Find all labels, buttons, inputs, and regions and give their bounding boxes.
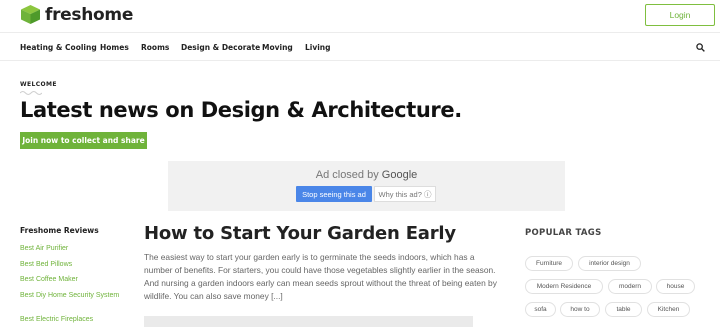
nav-item-homes[interactable]: Homes xyxy=(100,43,129,52)
welcome-eyebrow: WELCOME xyxy=(20,81,57,88)
article-title[interactable]: How to Start Your Garden Early xyxy=(144,223,456,244)
ad-closed-message: Ad closed by Google xyxy=(168,169,565,181)
tag-kitchen[interactable]: Kitchen xyxy=(647,302,690,317)
tag-sofa[interactable]: sofa xyxy=(525,302,556,317)
main-nav: Heating & Cooling Homes Rooms Design & D… xyxy=(0,34,720,61)
tag-modern[interactable]: modern xyxy=(608,279,652,294)
tag-modern-residence[interactable]: Modern Residence xyxy=(525,279,603,294)
join-button[interactable]: Join now to collect and share xyxy=(20,132,147,149)
tag-interior-design[interactable]: interior design xyxy=(578,256,641,271)
sidebar-link-bed-pillows[interactable]: Best Bed Pillows xyxy=(20,260,120,269)
nav-item-living[interactable]: Living xyxy=(305,43,331,52)
sidebar-link-electric-fireplaces[interactable]: Best Electric Fireplaces xyxy=(20,315,120,324)
tag-how-to[interactable]: how to xyxy=(560,302,600,317)
nav-item-design-decorate[interactable]: Design & Decorate xyxy=(181,43,260,52)
ad-closed-brand: Google xyxy=(381,169,418,181)
article-image[interactable] xyxy=(144,316,473,327)
tag-table[interactable]: table xyxy=(605,302,642,317)
sidebar-link-home-security[interactable]: Best Diy Home Security System xyxy=(20,291,120,300)
reviews-title: Freshome Reviews xyxy=(20,226,99,235)
sidebar-link-air-purifier[interactable]: Best Air Purifier xyxy=(20,244,120,253)
page-headline: Latest news on Design & Architecture. xyxy=(20,98,462,122)
tag-furniture[interactable]: Furniture xyxy=(525,256,573,271)
popular-tags-title: POPULAR TAGS xyxy=(525,228,602,238)
search-icon[interactable] xyxy=(696,43,705,52)
login-button[interactable]: Login xyxy=(645,4,715,26)
article-excerpt: The easiest way to start your garden ear… xyxy=(144,252,497,301)
ad-closed-panel: Ad closed by Google Stop seeing this ad … xyxy=(168,161,565,211)
why-this-ad-button[interactable]: Why this ad? ⓘ xyxy=(374,186,436,202)
site-header: freshome Login xyxy=(0,0,720,33)
site-logo[interactable]: freshome xyxy=(20,4,133,25)
wave-divider-icon xyxy=(20,91,42,95)
stop-seeing-ad-button[interactable]: Stop seeing this ad xyxy=(296,186,372,202)
ad-closed-text: Ad closed by xyxy=(315,169,379,181)
brand-name: freshome xyxy=(45,4,134,25)
nav-item-heating-cooling[interactable]: Heating & Cooling xyxy=(20,43,97,52)
sidebar-link-coffee-maker[interactable]: Best Coffee Maker xyxy=(20,275,120,284)
nav-item-moving[interactable]: Moving xyxy=(262,43,293,52)
nav-item-rooms[interactable]: Rooms xyxy=(141,43,169,52)
cube-logo-icon xyxy=(21,5,40,24)
tag-house[interactable]: house xyxy=(656,279,695,294)
